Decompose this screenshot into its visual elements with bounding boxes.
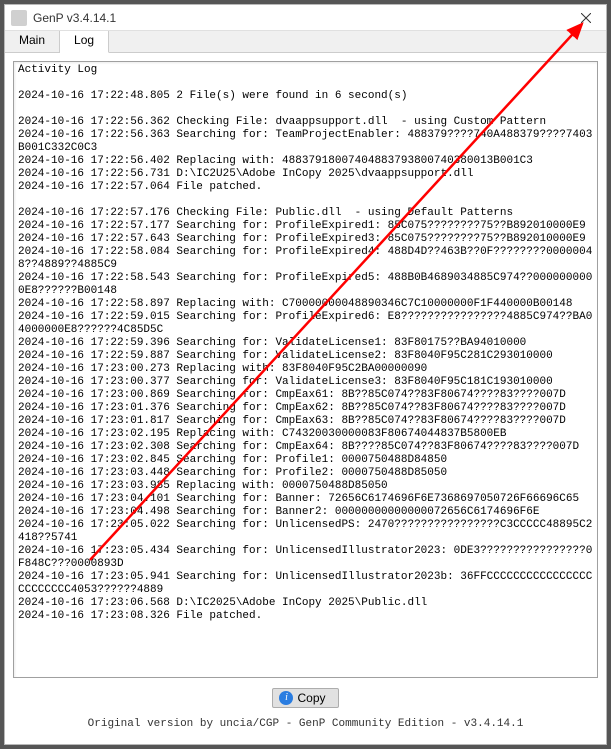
- titlebar: GenP v3.4.14.1: [5, 5, 606, 31]
- tab-log[interactable]: Log: [60, 31, 109, 53]
- activity-log-textarea[interactable]: Activity Log 2024-10-16 17:22:48.805 2 F…: [13, 61, 598, 678]
- window-title: GenP v3.4.14.1: [27, 11, 566, 25]
- button-row: i Copy: [13, 678, 598, 718]
- app-icon: [11, 10, 27, 26]
- tab-bar: Main Log: [5, 31, 606, 53]
- close-icon: [581, 13, 591, 23]
- copy-button[interactable]: i Copy: [272, 688, 338, 708]
- footer-text: Original version by uncia/CGP - GenP Com…: [13, 718, 598, 736]
- copy-button-label: Copy: [297, 691, 325, 705]
- close-button[interactable]: [566, 5, 606, 31]
- tab-main[interactable]: Main: [5, 31, 60, 52]
- content-area: Activity Log 2024-10-16 17:22:48.805 2 F…: [5, 53, 606, 744]
- info-icon: i: [279, 691, 293, 705]
- app-window: GenP v3.4.14.1 Main Log Activity Log 202…: [4, 4, 607, 745]
